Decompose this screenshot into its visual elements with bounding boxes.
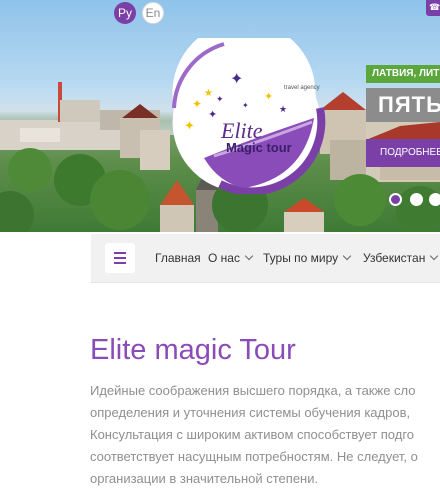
slide-title: ПЯТЬ xyxy=(366,88,440,122)
hamburger-icon xyxy=(114,252,126,254)
svg-text:✦: ✦ xyxy=(242,101,249,110)
chevron-down-icon xyxy=(342,251,352,261)
slide-tag: ЛАТВИЯ, ЛИТ xyxy=(366,65,440,83)
page-title: Elite magic Tour xyxy=(90,334,296,366)
hamburger-icon-bar xyxy=(114,257,126,259)
lang-en-button[interactable]: En xyxy=(142,2,164,24)
svg-text:★: ★ xyxy=(204,88,213,99)
phone-icon: ☎ xyxy=(429,2,440,12)
svg-text:✦: ✦ xyxy=(192,97,202,111)
paragraph-line: организации в значительной степени. xyxy=(90,471,319,486)
slide-more-button[interactable]: ПОДРОБНЕЕ xyxy=(366,139,440,167)
paragraph-line: Идейные соображения высшего порядка, а т… xyxy=(90,383,416,398)
intro-paragraph: Идейные соображения высшего порядка, а т… xyxy=(90,380,440,490)
hamburger-icon-bar xyxy=(114,262,126,264)
phone-button[interactable]: ☎ xyxy=(426,0,440,16)
site-logo[interactable]: ✦ ★ ✦ ✦ ✦ ✦ ★ ✦ ✦ travel agency Elite Ma… xyxy=(164,21,326,196)
nav-item-world-tours[interactable]: Туры по миру xyxy=(263,251,352,265)
chevron-down-icon xyxy=(244,251,254,261)
nav-item-label: Туры по миру xyxy=(263,251,339,265)
menu-toggle-button[interactable] xyxy=(105,243,135,273)
nav-item-label: Главная xyxy=(155,251,201,265)
svg-text:✦: ✦ xyxy=(184,118,195,133)
svg-text:✦: ✦ xyxy=(208,109,217,121)
svg-text:✦: ✦ xyxy=(230,71,243,88)
slider-dot-1[interactable] xyxy=(389,193,402,206)
lang-ru-button[interactable]: Ру xyxy=(114,2,136,24)
logo-emblem: ✦ ★ ✦ ✦ ✦ ✦ ★ ✦ ✦ xyxy=(172,21,326,196)
hero-slider: Ру En ☎ ✦ ★ ✦ ✦ ✦ ✦ ★ ✦ ✦ travel agency … xyxy=(0,0,440,232)
paragraph-line: определения и уточнения системы обучения… xyxy=(90,405,411,420)
chevron-down-icon xyxy=(430,251,439,261)
svg-text:✦: ✦ xyxy=(264,91,273,103)
nav-item-home[interactable]: Главная xyxy=(155,251,201,265)
main-navbar: Главная О нас Туры по миру Узбекистан xyxy=(91,234,440,283)
nav-item-uzbekistan[interactable]: Узбекистан xyxy=(363,251,439,265)
svg-text:✦: ✦ xyxy=(216,94,224,104)
logo-line2: Magic tour xyxy=(226,140,292,155)
logo-subtitle: travel agency xyxy=(284,85,320,91)
svg-text:★: ★ xyxy=(279,104,287,114)
paragraph-line: Консультация с широким активом способств… xyxy=(90,427,415,442)
nav-item-label: О нас xyxy=(208,251,240,265)
nav-item-label: Узбекистан xyxy=(363,251,426,265)
nav-item-about[interactable]: О нас xyxy=(208,251,254,265)
paragraph-line: соответствует насущным потребностям. Не … xyxy=(90,449,418,464)
slider-dot-2[interactable] xyxy=(410,193,423,206)
slider-dot-3[interactable] xyxy=(429,193,440,206)
